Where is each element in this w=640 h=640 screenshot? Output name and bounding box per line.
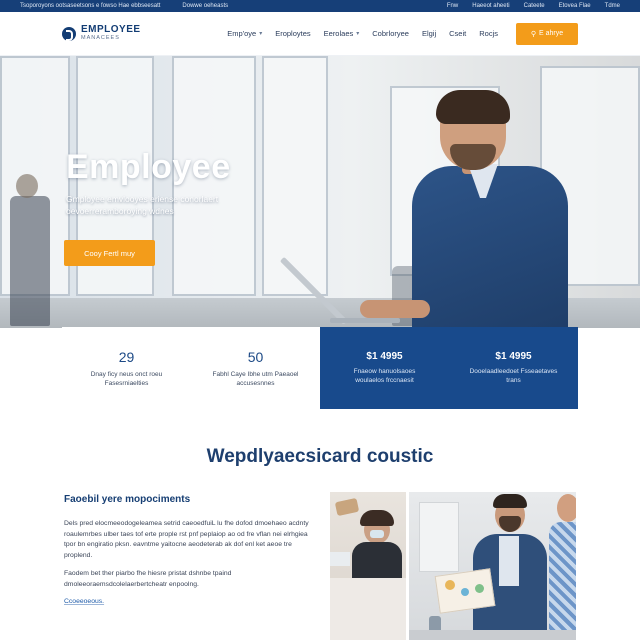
team-photo-small xyxy=(330,492,406,640)
chevron-down-icon: ▾ xyxy=(356,31,360,37)
logo-wordmark: EMPLOYEE xyxy=(81,24,141,36)
site-logo[interactable]: EMPLOYEE MANACEES xyxy=(62,25,141,42)
stat-description: Dooelaadleedoet Fsseaetaves trans xyxy=(469,368,558,384)
nav-item-resources[interactable]: Rocjs xyxy=(479,29,498,38)
content-column: Faoebil yere mopociments Dels pred elocm… xyxy=(64,494,310,608)
topbar-link[interactable]: Etovea Flae xyxy=(559,3,591,9)
topbar-link[interactable]: Cateete xyxy=(524,3,545,9)
topbar-links: Fnw Haeeot aheeti Cateete Etovea Flae Td… xyxy=(447,3,620,9)
hero-subtitle: Gmployee emvlooyes eriense conorlaert oe… xyxy=(66,194,219,216)
background-window xyxy=(262,56,328,296)
stat-description: Fabhl Caye Ibhe utm Paeaoel accusesnnes xyxy=(212,370,299,387)
background-person-head xyxy=(16,174,38,198)
topbar-link[interactable]: Fnw xyxy=(447,3,458,9)
stat-card: $1 4995 Fnaeow hanuolsaoes woulaelos frc… xyxy=(320,327,449,409)
section-title: Wepdlyaecsicard coustic xyxy=(206,446,434,467)
background-person xyxy=(10,196,50,326)
stat-card: 29 Dnay ficy neus onct roeu Fasesrniaelt… xyxy=(62,327,191,409)
hero-title: Employee xyxy=(66,148,231,186)
read-more-link[interactable]: Ccoeeoeous. xyxy=(64,598,104,605)
hero-banner: Employee Gmployee emvlooyes eriense cono… xyxy=(0,56,640,328)
topbar-link[interactable]: Haeeot aheeti xyxy=(472,3,509,9)
stat-card: 50 Fabhl Caye Ibhe utm Paeaoel accusesnn… xyxy=(191,327,320,409)
nav-item-employee[interactable]: Emp'oye ▾ xyxy=(227,29,262,38)
nav-item-blog[interactable]: Elgij xyxy=(422,29,436,38)
site-header: EMPLOYEE MANACEES Emp'oye ▾ Eroploytes Ee… xyxy=(0,12,640,56)
stat-number: $1 4995 xyxy=(495,351,532,362)
content-paragraph: Faodem bet ther piarbo fhe hiesre prista… xyxy=(64,570,232,588)
chevron-down-icon: ▾ xyxy=(259,31,263,37)
main-nav: Emp'oye ▾ Eroploytes Eerolaes ▾ Cobrloryee… xyxy=(227,29,498,38)
team-photo-large xyxy=(409,492,576,640)
stat-description: Fnaeow hanuolsaoes woulaelos frccnaesit xyxy=(353,368,416,384)
stats-strip: 29 Dnay ficy neus onct roeu Fasesrniaelt… xyxy=(62,327,578,409)
nav-item-contact[interactable]: Cseit xyxy=(449,29,466,38)
topbar-middle-text[interactable]: Dowwe oeheasts xyxy=(182,3,228,9)
hero-person xyxy=(412,166,568,328)
stat-description: Dnay ficy neus onct roeu Fasesrniaelties xyxy=(90,370,163,387)
stat-number: $1 4995 xyxy=(366,351,403,362)
logo-tagline: MANACEES xyxy=(81,35,120,42)
top-utility-bar: Tsoporoyons ootsaseetsons e fowso Hae eb… xyxy=(0,0,640,12)
header-cta-button[interactable]: ⚲ E ahrye xyxy=(516,22,578,45)
stat-card: $1 4995 Dooelaadleedoet Fsseaetaves tran… xyxy=(449,327,578,409)
content-paragraph: Dels pred elocmeeodogeleamea setrid caeo… xyxy=(64,520,309,559)
topbar-left-text: Tsoporoyons ootsaseetsons e fowso Hae eb… xyxy=(20,3,161,9)
stat-number: 50 xyxy=(247,348,264,365)
nav-item-company[interactable]: Cobrloryee xyxy=(372,29,409,38)
hero-cta-button[interactable]: Cooy Fertl muy xyxy=(64,240,155,266)
nav-item-employees[interactable]: Eroploytes xyxy=(275,29,310,38)
logo-icon xyxy=(62,26,76,41)
topbar-link[interactable]: Tdme xyxy=(605,3,620,9)
nav-item-roles[interactable]: Eerolaes ▾ xyxy=(324,29,360,38)
search-icon: ⚲ xyxy=(530,30,536,38)
stat-number: 29 xyxy=(118,348,135,365)
content-subhead: Faoebil yere mopociments xyxy=(64,494,191,505)
